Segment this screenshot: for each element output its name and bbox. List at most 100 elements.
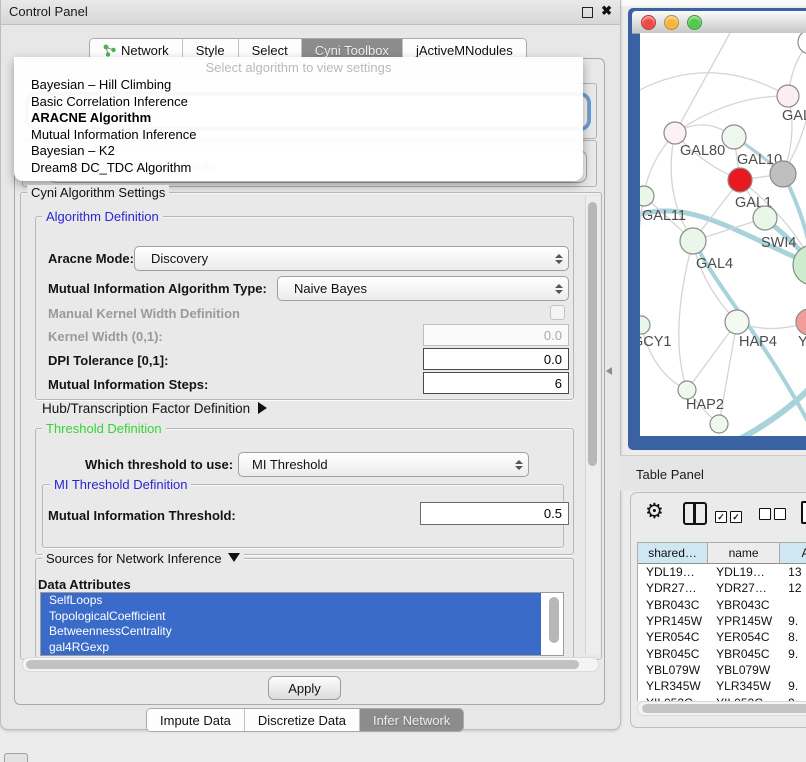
network-edge-highlighted[interactable] — [740, 371, 806, 436]
data-attribute-item[interactable]: BetweennessCentrality — [41, 624, 541, 640]
table-row[interactable]: YIL052CYIL052C9. — [638, 694, 806, 701]
which-threshold-combo[interactable]: MI Threshold — [238, 452, 529, 477]
network-window-titlebar[interactable] — [632, 11, 806, 34]
column-header-3[interactable]: A — [780, 543, 806, 563]
split-view-icon[interactable] — [683, 502, 707, 525]
table-horizontal-scrollbar-thumb[interactable] — [642, 704, 806, 713]
network-node-label: GAL4 — [696, 256, 733, 272]
table-row[interactable]: YBL079WYBL079W — [638, 662, 806, 678]
network-node-gal1[interactable] — [728, 168, 752, 192]
tab-infer-network-label: Infer Network — [373, 713, 450, 728]
column-header-2[interactable]: name — [708, 543, 780, 563]
attributes-list-scrollbar-thumb[interactable] — [549, 597, 559, 643]
table-row[interactable]: YDL19…YDL19…13 — [638, 564, 806, 580]
splitpane-collapse-icon[interactable] — [606, 367, 612, 375]
network-node[interactable] — [770, 161, 796, 187]
network-node-y[interactable] — [796, 309, 806, 335]
algorithm-option[interactable]: Dream8 DC_TDC Algorithm — [14, 160, 583, 177]
network-node-gal80[interactable] — [664, 122, 686, 144]
mi-type-combo[interactable]: Naive Bayes — [277, 276, 569, 301]
table-cell: YDL19… — [708, 564, 780, 580]
node-table: shared…nameA YDL19…YDL19…13YDR27…YDR27…1… — [637, 542, 806, 701]
mac-minimize-button[interactable] — [664, 15, 679, 30]
network-node-gal[interactable] — [777, 85, 799, 107]
network-node-gcy1[interactable] — [640, 316, 650, 334]
network-node-swi4[interactable] — [753, 206, 777, 230]
algorithm-option[interactable]: ARACNE Algorithm — [14, 110, 583, 127]
mi-steps-field[interactable]: 6 — [423, 372, 569, 394]
network-edge[interactable] — [640, 73, 788, 96]
tab-infer-network[interactable]: Infer Network — [360, 709, 463, 731]
network-edge[interactable] — [687, 322, 737, 390]
close-icon[interactable]: ✖ — [601, 3, 612, 19]
settings-vertical-scrollbar-thumb[interactable] — [588, 202, 597, 466]
table-row[interactable]: YLR345WYLR345W9. — [638, 678, 806, 694]
settings-horizontal-scrollbar[interactable] — [22, 657, 599, 672]
settings-gear-icon[interactable]: ⚙ — [645, 502, 664, 522]
apply-button[interactable]: Apply — [268, 676, 341, 700]
control-panel-title: Control Panel — [9, 4, 88, 19]
network-node-hap4[interactable] — [725, 310, 749, 334]
aracne-mode-combo[interactable]: Discovery — [134, 246, 569, 271]
network-edge[interactable] — [675, 33, 730, 133]
tab-select-label: Select — [252, 43, 288, 58]
hub-expander-label: Hub/Transcription Factor Definition — [42, 401, 250, 416]
table-cell: YER054C — [708, 629, 780, 645]
select-all-icon[interactable]: ✓✓ — [715, 507, 745, 525]
mi-type-label: Mutual Information Algorithm Type: — [48, 281, 267, 296]
table-row[interactable]: YBR043CYBR043C — [638, 597, 806, 613]
table-row[interactable]: YBR045CYBR045C9. — [638, 645, 806, 661]
network-node[interactable] — [710, 415, 728, 433]
hub-expander[interactable]: Hub/Transcription Factor Definition — [42, 401, 267, 416]
mac-zoom-button[interactable] — [687, 15, 702, 30]
tab-impute-data[interactable]: Impute Data — [147, 709, 245, 731]
network-node[interactable] — [793, 245, 806, 285]
data-attribute-item[interactable]: TopologicalCoefficient — [41, 609, 541, 625]
table-cell — [780, 597, 806, 613]
mi-threshold-label: Mutual Information Threshold: — [48, 508, 236, 523]
table-cell: YPR145W — [638, 613, 708, 629]
dpi-tolerance-field[interactable]: 0.0 — [423, 348, 569, 370]
threshold-definition-title: Threshold Definition — [42, 421, 166, 436]
table-cell: YBL079W — [708, 662, 780, 678]
algorithm-option[interactable]: Bayesian – Hill Climbing — [14, 77, 583, 94]
float-window-icon[interactable] — [582, 7, 593, 18]
algorithm-option[interactable]: Bayesian – K2 — [14, 143, 583, 160]
table-cell: 8. — [780, 629, 806, 645]
mac-close-button[interactable] — [641, 15, 656, 30]
table-cell: YER054C — [638, 629, 708, 645]
settings-horizontal-scrollbar-thumb[interactable] — [26, 660, 579, 669]
data-attribute-item[interactable]: SelfLoops — [41, 593, 541, 609]
table-horizontal-scrollbar[interactable] — [637, 701, 806, 716]
deselect-all-icon[interactable] — [759, 507, 789, 525]
network-node-gal4[interactable] — [680, 228, 706, 254]
new-column-icon[interactable] — [801, 501, 806, 524]
table-row[interactable]: YDR27…YDR27…12 — [638, 580, 806, 596]
mi-threshold-field[interactable]: 0.5 — [420, 502, 569, 525]
table-cell: 9. — [780, 694, 806, 701]
network-node[interactable] — [798, 33, 806, 54]
network-node-gal11[interactable] — [640, 186, 654, 206]
algorithm-option[interactable]: Mutual Information Inference — [14, 127, 583, 144]
mi-steps-label: Mutual Information Steps: — [48, 377, 208, 392]
expander-expanded-icon — [228, 553, 240, 562]
data-attributes-label: Data Attributes — [38, 577, 131, 592]
algorithm-option[interactable]: Basic Correlation Inference — [14, 94, 583, 111]
control-panel-titlebar[interactable]: Control Panel ✖ — [1, 0, 620, 25]
column-header-1[interactable]: shared… — [638, 543, 708, 563]
kernel-width-field[interactable]: 0.0 — [423, 324, 569, 346]
manual-kernel-checkbox[interactable] — [550, 305, 565, 320]
data-attribute-item[interactable]: gal4RGexp — [41, 640, 541, 656]
network-node-gal10[interactable] — [722, 125, 746, 149]
settings-vertical-scrollbar[interactable] — [585, 196, 600, 654]
combo-arrows-icon — [550, 254, 568, 264]
table-row[interactable]: YPR145WYPR145W9. — [638, 613, 806, 629]
sources-expander[interactable]: Sources for Network Inference — [42, 551, 244, 566]
minimized-panel-icon[interactable] — [4, 753, 28, 762]
network-canvas[interactable]: GALGAL80GAL10GAL1SWI4GAL11GAL4HAP4YGCY1H… — [640, 33, 806, 436]
network-edge[interactable] — [679, 241, 693, 390]
table-cell: 9. — [780, 613, 806, 629]
table-row[interactable]: YER054CYER054C8. — [638, 629, 806, 645]
tab-discretize-data[interactable]: Discretize Data — [245, 709, 360, 731]
data-attributes-list[interactable]: SelfLoopsTopologicalCoefficientBetweenne… — [40, 592, 564, 656]
